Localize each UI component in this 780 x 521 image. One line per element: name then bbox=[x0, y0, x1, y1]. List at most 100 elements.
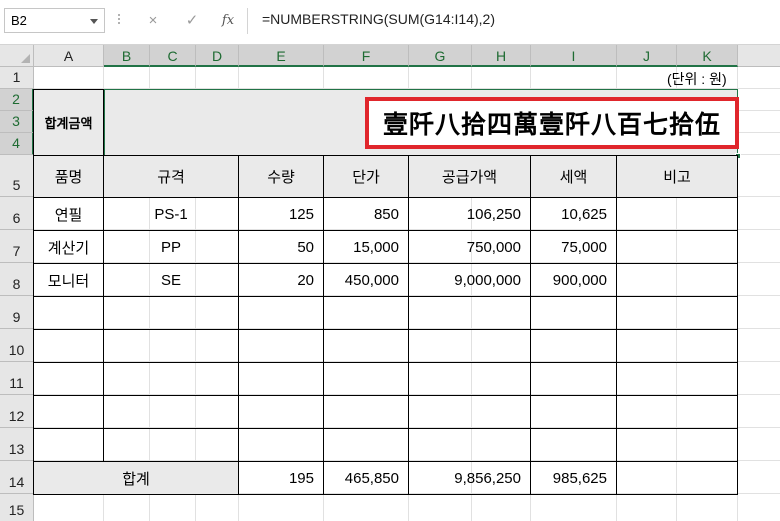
total-supply-cell[interactable]: 9,856,250 bbox=[408, 461, 531, 495]
empty-cell[interactable] bbox=[408, 362, 531, 396]
empty-cell[interactable] bbox=[616, 362, 738, 396]
name-box[interactable]: B2 bbox=[4, 8, 105, 33]
empty-cell[interactable] bbox=[530, 395, 617, 429]
empty-cell[interactable] bbox=[103, 362, 239, 396]
empty-cell[interactable] bbox=[323, 428, 409, 462]
header-tax[interactable]: 세액 bbox=[530, 155, 617, 198]
item-supply-cell[interactable]: 750,000 bbox=[408, 230, 531, 264]
empty-cell[interactable] bbox=[103, 296, 239, 330]
empty-cell[interactable] bbox=[616, 395, 738, 429]
empty-cell[interactable] bbox=[323, 296, 409, 330]
item-supply-cell[interactable]: 106,250 bbox=[408, 197, 531, 231]
empty-cell[interactable] bbox=[33, 428, 104, 462]
header-note[interactable]: 비고 bbox=[616, 155, 738, 198]
column-header-a[interactable]: A bbox=[34, 45, 104, 67]
empty-cell[interactable] bbox=[103, 395, 239, 429]
item-name-cell[interactable]: 모니터 bbox=[33, 263, 104, 297]
chevron-down-icon[interactable] bbox=[90, 19, 98, 24]
column-header-g[interactable]: G bbox=[409, 45, 472, 67]
column-header-f[interactable]: F bbox=[324, 45, 409, 67]
column-header-e[interactable]: E bbox=[239, 45, 324, 67]
row-header-4[interactable]: 4 bbox=[0, 133, 34, 155]
drag-handle-icon[interactable] bbox=[118, 14, 121, 26]
item-note-cell[interactable] bbox=[616, 263, 738, 297]
empty-cell[interactable] bbox=[33, 362, 104, 396]
empty-cell[interactable] bbox=[323, 395, 409, 429]
empty-cell[interactable] bbox=[103, 428, 239, 462]
empty-cell[interactable] bbox=[238, 329, 324, 363]
empty-cell[interactable] bbox=[323, 329, 409, 363]
item-tax-cell[interactable]: 10,625 bbox=[530, 197, 617, 231]
header-item-name[interactable]: 품명 bbox=[33, 155, 104, 198]
item-price-cell[interactable]: 450,000 bbox=[323, 263, 409, 297]
header-qty[interactable]: 수량 bbox=[238, 155, 324, 198]
row-header-1[interactable]: 1 bbox=[0, 67, 34, 89]
row-header-3[interactable]: 3 bbox=[0, 111, 34, 133]
row-header-12[interactable]: 12 bbox=[0, 395, 34, 428]
item-name-cell[interactable]: 연필 bbox=[33, 197, 104, 231]
item-note-cell[interactable] bbox=[616, 230, 738, 264]
item-name-cell[interactable]: 계산기 bbox=[33, 230, 104, 264]
empty-cell[interactable] bbox=[408, 296, 531, 330]
row-header-13[interactable]: 13 bbox=[0, 428, 34, 461]
item-qty-cell[interactable]: 125 bbox=[238, 197, 324, 231]
total-tax-cell[interactable]: 985,625 bbox=[530, 461, 617, 495]
empty-cell[interactable] bbox=[530, 329, 617, 363]
empty-cell[interactable] bbox=[103, 329, 239, 363]
column-header-d[interactable]: D bbox=[196, 45, 239, 67]
row-header-8[interactable]: 8 bbox=[0, 263, 34, 296]
item-price-cell[interactable]: 15,000 bbox=[323, 230, 409, 264]
empty-cell[interactable] bbox=[530, 428, 617, 462]
item-qty-cell[interactable]: 50 bbox=[238, 230, 324, 264]
empty-cell[interactable] bbox=[323, 362, 409, 396]
row-header-11[interactable]: 11 bbox=[0, 362, 34, 395]
column-header-l[interactable] bbox=[738, 45, 780, 67]
row-header-14[interactable]: 14 bbox=[0, 461, 34, 494]
total-amount-label-cell[interactable]: 합계금액 bbox=[33, 89, 104, 156]
item-spec-cell[interactable]: PP bbox=[103, 230, 239, 264]
column-header-c[interactable]: C bbox=[150, 45, 196, 67]
empty-cell[interactable] bbox=[33, 296, 104, 330]
empty-cell[interactable] bbox=[408, 428, 531, 462]
header-supply[interactable]: 공급가액 bbox=[408, 155, 531, 198]
row-header-10[interactable]: 10 bbox=[0, 329, 34, 362]
row-header-9[interactable]: 9 bbox=[0, 296, 34, 329]
empty-cell[interactable] bbox=[616, 428, 738, 462]
total-label-cell[interactable]: 합계 bbox=[33, 461, 239, 495]
item-tax-cell[interactable]: 900,000 bbox=[530, 263, 617, 297]
cancel-icon[interactable]: × bbox=[141, 9, 165, 33]
empty-cell[interactable] bbox=[530, 362, 617, 396]
empty-cell[interactable] bbox=[238, 362, 324, 396]
empty-cell[interactable] bbox=[238, 296, 324, 330]
total-price-cell[interactable]: 465,850 bbox=[323, 461, 409, 495]
empty-cell[interactable] bbox=[530, 296, 617, 330]
formula-input[interactable]: =NUMBERSTRING(SUM(G14:I14),2) bbox=[262, 11, 495, 27]
empty-cell[interactable] bbox=[33, 395, 104, 429]
column-header-h[interactable]: H bbox=[472, 45, 531, 67]
column-header-j[interactable]: J bbox=[617, 45, 677, 67]
row-header-15[interactable]: 15 bbox=[0, 494, 34, 521]
fx-icon[interactable]: fx bbox=[216, 9, 240, 33]
column-header-i[interactable]: I bbox=[531, 45, 617, 67]
empty-cell[interactable] bbox=[616, 329, 738, 363]
item-tax-cell[interactable]: 75,000 bbox=[530, 230, 617, 264]
empty-cell[interactable] bbox=[33, 329, 104, 363]
item-spec-cell[interactable]: PS-1 bbox=[103, 197, 239, 231]
header-spec[interactable]: 규격 bbox=[103, 155, 239, 198]
item-note-cell[interactable] bbox=[616, 197, 738, 231]
item-qty-cell[interactable]: 20 bbox=[238, 263, 324, 297]
empty-cell[interactable] bbox=[408, 329, 531, 363]
empty-cell[interactable] bbox=[616, 296, 738, 330]
worksheet-grid[interactable]: (단위 : 원) 합계금액 壹阡八拾四萬壹阡八百七拾伍 품명 규격 수량 단가 … bbox=[33, 67, 780, 521]
column-header-b[interactable]: B bbox=[104, 45, 150, 67]
empty-cell[interactable] bbox=[408, 395, 531, 429]
header-price[interactable]: 단가 bbox=[323, 155, 409, 198]
row-header-5[interactable]: 5 bbox=[0, 155, 34, 197]
item-spec-cell[interactable]: SE bbox=[103, 263, 239, 297]
empty-cell[interactable] bbox=[238, 395, 324, 429]
empty-cell[interactable] bbox=[238, 428, 324, 462]
item-price-cell[interactable]: 850 bbox=[323, 197, 409, 231]
item-supply-cell[interactable]: 9,000,000 bbox=[408, 263, 531, 297]
select-all-button[interactable] bbox=[0, 45, 34, 67]
total-qty-cell[interactable]: 195 bbox=[238, 461, 324, 495]
